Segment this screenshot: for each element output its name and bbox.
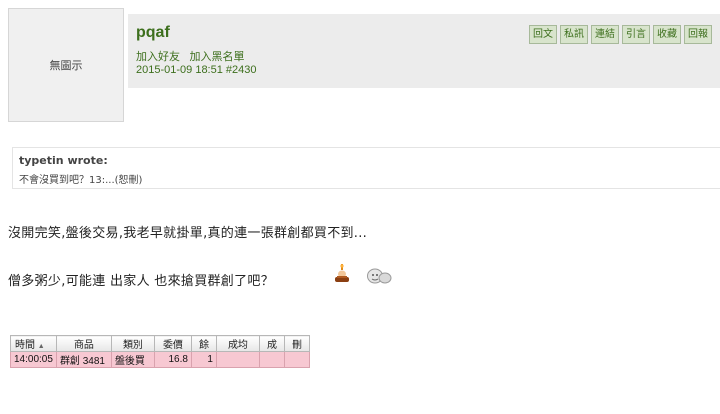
col-header-remaining[interactable]: 餘 [190, 335, 217, 352]
monk-incense-icon [335, 264, 349, 282]
avatar-label: 無圖示 [49, 59, 83, 72]
post-meta: 2015-01-09 18:51 #2430 [136, 64, 257, 76]
username[interactable]: pqaf [136, 24, 170, 42]
col-header-time[interactable]: 時間 ▲ [10, 335, 57, 352]
quote-button[interactable]: 引言 [622, 25, 650, 44]
quote-author: typetin wrote: [19, 154, 108, 167]
reply-button[interactable]: 回文 [529, 25, 557, 44]
col-header-price[interactable]: 委價 [153, 335, 192, 352]
cell-product: 群創 3481 [55, 351, 112, 368]
post-body-line: 沒開完笑,盤後交易,我老早就掛單,真的連一張群創都買不到... [8, 226, 368, 241]
col-header-category[interactable]: 類別 [110, 335, 155, 352]
post-datetime: 2015-01-09 18:51 [136, 64, 223, 76]
avatar[interactable]: 無圖示 [8, 8, 124, 122]
bald-face-icon [367, 268, 392, 284]
quote-block: typetin wrote: 不會沒買到吧？13:...(恕刪) [12, 147, 720, 189]
quote-text: 不會沒買到吧？13:...(恕刪) [19, 175, 143, 186]
cell-time: 14:00:05 [10, 351, 57, 368]
add-blacklist-link[interactable]: 加入黑名單 [190, 50, 245, 63]
post-header: pqaf 加入好友 加入黑名單 2015-01-09 18:51 #2430 回… [128, 14, 720, 88]
report-button[interactable]: 回報 [684, 25, 712, 44]
user-links: 加入好友 加入黑名單 [136, 48, 251, 64]
cell-category: 盤後買 [110, 351, 155, 368]
col-header-cancelled[interactable]: 刪 [283, 335, 310, 352]
cell-remaining: 1 [190, 351, 217, 368]
post-body-line: 僧多粥少,可能連 出家人 也來搶買群創了吧？ [8, 274, 274, 289]
table-row[interactable]: 14:00:05 群創 3481 盤後買 16.8 1 [10, 351, 310, 368]
cell-price: 16.8 [153, 351, 192, 368]
col-header-filled[interactable]: 成 [258, 335, 285, 352]
cell-filled [258, 351, 285, 368]
post-number[interactable]: #2430 [226, 64, 257, 76]
link-button[interactable]: 連結 [591, 25, 619, 44]
sort-up-icon: ▲ [37, 343, 45, 350]
col-header-product[interactable]: 商品 [55, 335, 112, 352]
trade-order-table: 時間 ▲ 商品 類別 委價 餘 成均 成 刪 14:00:05 群創 3481 … [10, 335, 310, 368]
cell-avg-fill [215, 351, 260, 368]
col-header-avg-fill[interactable]: 成均 [215, 335, 260, 352]
cell-cancelled [283, 351, 310, 368]
add-friend-link[interactable]: 加入好友 [136, 50, 180, 63]
table-header-row: 時間 ▲ 商品 類別 委價 餘 成均 成 刪 [10, 335, 310, 352]
private-message-button[interactable]: 私訊 [560, 25, 588, 44]
post-actions: 回文 私訊 連結 引言 收藏 回報 [529, 25, 712, 44]
bookmark-button[interactable]: 收藏 [653, 25, 681, 44]
